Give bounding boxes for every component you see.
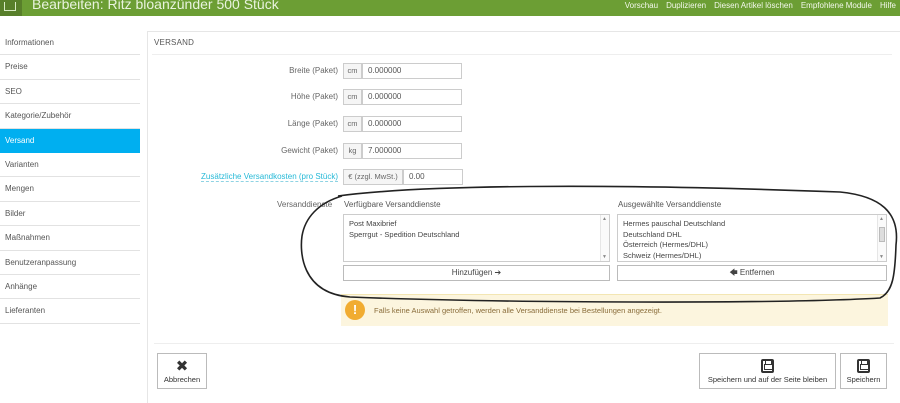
page-title: Bearbeiten: Ritz bloanzünder 500 Stück xyxy=(32,0,279,12)
depth-unit: cm xyxy=(343,116,362,132)
alert-text: Falls keine Auswahl getroffen, werden al… xyxy=(374,306,662,315)
scrollbar[interactable]: ▲ ▼ xyxy=(600,215,609,261)
available-carriers-list[interactable]: Post Maxibrief Sperrgut - Spedition Deut… xyxy=(343,214,610,262)
selected-carriers-title: Ausgewählte Versanddienste xyxy=(618,200,722,209)
footer-divider xyxy=(154,343,894,344)
header-bar: Bearbeiten: Ritz bloanzünder 500 Stück V… xyxy=(0,0,900,16)
weight-input[interactable]: 7.000000 xyxy=(362,143,462,159)
scroll-up-icon[interactable]: ▲ xyxy=(879,216,884,222)
depth-label: Länge (Paket) xyxy=(287,119,338,128)
delete-product-link[interactable]: Diesen Artikel löschen xyxy=(710,0,797,16)
divider xyxy=(152,54,892,55)
remove-carrier-button[interactable]: 🡄 Entfernen xyxy=(617,265,887,281)
save-icon xyxy=(761,359,774,373)
close-icon: ✖ xyxy=(175,358,189,375)
depth-input[interactable]: 0.000000 xyxy=(362,116,462,132)
width-label: Breite (Paket) xyxy=(289,66,338,75)
extra-cost-label[interactable]: Zusätzliche Versandkosten (pro Stück) xyxy=(201,172,338,182)
recommended-modules-link[interactable]: Empfohlene Module xyxy=(797,0,876,16)
tab-informationen[interactable]: Informationen xyxy=(0,31,140,56)
tab-kategorie[interactable]: Kategorie/Zubehör xyxy=(0,104,140,129)
list-item[interactable]: Sperrgut - Spedition Deutschland xyxy=(344,230,609,241)
help-link[interactable]: Hilfe xyxy=(876,0,900,16)
preview-link[interactable]: Vorschau xyxy=(621,0,662,16)
available-carriers-title: Verfügbare Versanddienste xyxy=(344,200,441,209)
tab-massnahmen[interactable]: Maßnahmen xyxy=(0,226,140,251)
height-label: Höhe (Paket) xyxy=(290,92,338,101)
tab-anhaenge[interactable]: Anhänge xyxy=(0,275,140,300)
extra-cost-row: Zusätzliche Versandkosten (pro Stück) € … xyxy=(148,169,468,185)
add-carrier-button[interactable]: Hinzufügen ➔ xyxy=(343,265,610,281)
carriers-label: Versanddienste xyxy=(277,200,333,209)
height-input[interactable]: 0.000000 xyxy=(362,89,462,105)
height-unit: cm xyxy=(343,89,362,105)
extra-cost-unit: € (zzgl. MwSt.) xyxy=(343,169,403,185)
save-label: Speichern xyxy=(846,375,881,384)
warning-icon: ! xyxy=(345,300,365,320)
tab-mengen[interactable]: Mengen xyxy=(0,177,140,202)
save-button[interactable]: Speichern xyxy=(840,353,887,389)
duplicate-link[interactable]: Duplizieren xyxy=(662,0,710,16)
cancel-button[interactable]: ✖ Abbrechen xyxy=(157,353,207,389)
extra-cost-input[interactable]: 0.00 xyxy=(403,169,463,185)
product-icon xyxy=(0,0,22,16)
shipping-panel: VERSAND Breite (Paket) cm 0.000000 Höhe … xyxy=(147,31,900,403)
selected-carriers-list[interactable]: Hermes pauschal Deutschland Deutschland … xyxy=(617,214,887,262)
tab-versand[interactable]: Versand xyxy=(0,128,140,153)
scrollbar[interactable]: ▲ ▼ xyxy=(877,215,886,261)
tab-benutzeranpassung[interactable]: Benutzeranpassung xyxy=(0,251,140,275)
tab-bilder[interactable]: Bilder xyxy=(0,202,140,227)
height-row: Höhe (Paket) cm 0.000000 xyxy=(148,89,468,105)
info-alert: ! Falls keine Auswahl getroffen, werden … xyxy=(341,294,888,326)
scroll-up-icon[interactable]: ▲ xyxy=(602,216,607,222)
weight-label: Gewicht (Paket) xyxy=(281,146,338,155)
width-input[interactable]: 0.000000 xyxy=(362,63,462,79)
save-and-stay-button[interactable]: Speichern und auf der Seite bleiben xyxy=(699,353,836,389)
section-title: VERSAND xyxy=(154,38,195,47)
list-item[interactable]: Schweiz (Hermes/DHL) xyxy=(618,251,886,262)
list-item[interactable]: Hermes pauschal Deutschland xyxy=(618,219,886,230)
depth-row: Länge (Paket) cm 0.000000 xyxy=(148,116,468,132)
save-icon xyxy=(857,359,870,373)
width-unit: cm xyxy=(343,63,362,79)
list-item[interactable]: Österreich (Hermes/DHL) xyxy=(618,240,886,251)
weight-row: Gewicht (Paket) kg 7.000000 xyxy=(148,143,468,159)
list-item[interactable]: Deutschland DHL xyxy=(618,230,886,241)
product-tabs-sidebar: Informationen Preise SEO Kategorie/Zubeh… xyxy=(0,31,140,324)
tab-varianten[interactable]: Varianten xyxy=(0,153,140,178)
scroll-down-icon[interactable]: ▼ xyxy=(879,254,884,260)
cancel-label: Abbrechen xyxy=(163,375,201,384)
scroll-thumb[interactable] xyxy=(879,227,885,242)
width-row: Breite (Paket) cm 0.000000 xyxy=(148,63,468,79)
weight-unit: kg xyxy=(343,143,362,159)
save-and-stay-label: Speichern und auf der Seite bleiben xyxy=(707,375,828,384)
header-actions: Vorschau Duplizieren Diesen Artikel lösc… xyxy=(621,0,900,16)
list-item[interactable]: Post Maxibrief xyxy=(344,219,609,230)
tab-seo[interactable]: SEO xyxy=(0,80,140,105)
tab-lieferanten[interactable]: Lieferanten xyxy=(0,299,140,324)
scroll-down-icon[interactable]: ▼ xyxy=(602,254,607,260)
tab-preise[interactable]: Preise xyxy=(0,55,140,80)
